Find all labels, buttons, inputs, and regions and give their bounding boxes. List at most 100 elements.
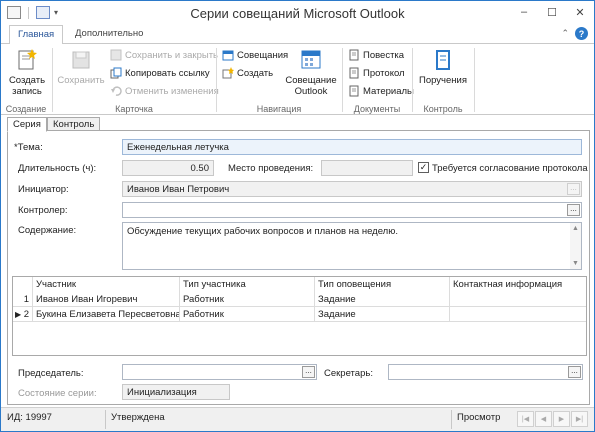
topic-label: *Тема: <box>14 142 43 153</box>
ribbon-separator <box>342 48 343 112</box>
copy-link-label: Копировать ссылку <box>125 67 210 79</box>
undo-icon <box>111 86 122 96</box>
agenda-label: Повестка <box>363 49 405 61</box>
column-header-participant-type[interactable]: Тип участника <box>180 277 315 292</box>
window-title: Серии совещаний Microsoft Outlook <box>190 6 405 21</box>
protocol-doc-icon <box>349 67 359 79</box>
notification-type-cell[interactable]: Задание <box>315 307 450 322</box>
scroll-down-icon[interactable]: ▼ <box>572 260 579 267</box>
copy-link-icon <box>110 67 122 79</box>
save-and-close-label: Сохранить и закрыть <box>125 49 219 61</box>
ribbon-separator <box>474 48 475 112</box>
chairman-input[interactable]: ... <box>122 364 317 380</box>
column-header-notification-type[interactable]: Тип оповещения <box>315 277 450 292</box>
series-form-panel: *Тема: Еженедельная летучка Длительность… <box>7 130 590 405</box>
tab-series[interactable]: Серия <box>7 117 47 132</box>
status-separator <box>105 410 106 429</box>
duration-input[interactable]: 0.50 <box>122 160 214 176</box>
save-and-close-button[interactable]: Сохранить и закрыть <box>110 49 218 61</box>
contact-info-cell[interactable] <box>450 292 586 307</box>
help-icon[interactable]: ? <box>575 27 588 40</box>
save-label: Сохранить <box>57 75 105 86</box>
controller-lookup-button[interactable]: ... <box>567 204 580 216</box>
undo-changes-button[interactable]: Отменить изменения <box>110 85 219 97</box>
save-disk-icon <box>72 51 90 69</box>
undo-changes-label: Отменить изменения <box>125 85 219 97</box>
assignments-button[interactable]: Поручения <box>417 48 469 86</box>
initiator-input[interactable]: Иванов Иван Петрович ... <box>122 181 582 197</box>
record-navigation: |◀ ◀ ▶ ▶| <box>517 411 588 427</box>
copy-link-button[interactable]: Копировать ссылку <box>110 67 210 79</box>
status-separator <box>451 410 452 429</box>
participant-type-cell[interactable]: Работник <box>180 307 315 322</box>
tab-advanced[interactable]: Дополнительно <box>67 25 151 43</box>
save-button[interactable]: Сохранить <box>56 48 106 86</box>
row-number: 2 <box>13 307 33 322</box>
group-documents: Повестка Протокол Материалы Документы <box>344 44 414 116</box>
create-button[interactable]: Создать <box>222 67 273 79</box>
secretary-label: Секретарь: <box>324 368 373 379</box>
group-documents-label: Документы <box>353 104 401 114</box>
first-record-icon[interactable]: |◀ <box>517 411 534 427</box>
place-label: Место проведения: <box>228 163 314 174</box>
tab-home[interactable]: Главная <box>9 25 64 44</box>
close-icon[interactable]: ✕ <box>566 1 594 23</box>
materials-doc-icon <box>349 85 359 97</box>
content-textarea[interactable]: Обсуждение текущих рабочих вопросов и пл… <box>122 222 582 270</box>
tab-control[interactable]: Контроль <box>47 117 101 131</box>
materials-label: Материалы <box>363 85 414 97</box>
initiator-label: Инициатор: <box>18 184 69 195</box>
ribbon-tabs: Главная Дополнительно ⌃ ? <box>1 25 594 44</box>
table-row[interactable]: ▶ 2 Букина Елизавета Пересветовна ... Ра… <box>13 307 586 322</box>
group-card-label: Карточка <box>115 104 153 114</box>
controller-input[interactable]: ... <box>122 202 582 218</box>
protocol-approval-checkbox[interactable]: ✓ <box>418 162 429 173</box>
create-label: Создать <box>237 67 274 79</box>
outlook-meeting-label: Совещание Outlook <box>285 75 337 97</box>
minimize-icon[interactable]: – <box>510 1 538 23</box>
protocol-button[interactable]: Протокол <box>348 67 405 79</box>
grid-corner <box>13 277 33 292</box>
create-star-icon <box>222 67 234 79</box>
series-state-field: Инициализация <box>122 384 230 400</box>
table-row[interactable]: 1 Иванов Иван Игоревич Работник Задание <box>13 292 586 307</box>
content-label: Содержание: <box>18 225 77 236</box>
protocol-label: Протокол <box>363 67 405 79</box>
record-status: Утверждена <box>111 412 165 423</box>
group-create: Создать запись Создание <box>1 44 51 116</box>
view-mode: Просмотр <box>457 412 501 423</box>
assignments-icon <box>436 50 450 70</box>
status-bar: ИД: 19997 Утверждена Просмотр |◀ ◀ ▶ ▶| <box>1 407 594 431</box>
participant-cell[interactable]: Букина Елизавета Пересветовна ... <box>33 307 180 322</box>
column-header-participant[interactable]: Участник <box>33 277 180 292</box>
group-create-label: Создание <box>5 104 47 114</box>
record-id: ИД: 19997 <box>7 412 52 423</box>
agenda-button[interactable]: Повестка <box>348 49 404 61</box>
contact-info-cell[interactable] <box>450 307 586 322</box>
initiator-lookup-button[interactable]: ... <box>567 183 580 195</box>
new-record-button[interactable]: Создать запись <box>6 48 48 97</box>
materials-button[interactable]: Материалы <box>348 85 414 97</box>
scroll-up-icon[interactable]: ▲ <box>572 225 579 232</box>
content-scrollbar[interactable]: ▲ ▼ <box>570 223 581 269</box>
maximize-icon[interactable]: ☐ <box>538 1 566 23</box>
column-header-contact-info[interactable]: Контактная информация <box>450 277 586 292</box>
meetings-button[interactable]: Совещания <box>222 49 288 61</box>
secretary-lookup-button[interactable]: ... <box>568 366 581 378</box>
collapse-ribbon-icon[interactable]: ⌃ <box>561 28 569 39</box>
next-record-icon[interactable]: ▶ <box>553 411 570 427</box>
place-input[interactable] <box>321 160 413 176</box>
topic-input[interactable]: Еженедельная летучка <box>122 139 582 155</box>
last-record-icon[interactable]: ▶| <box>571 411 588 427</box>
previous-record-icon[interactable]: ◀ <box>535 411 552 427</box>
notification-type-cell[interactable]: Задание <box>315 292 450 307</box>
participant-cell[interactable]: Иванов Иван Игоревич <box>33 292 180 307</box>
participant-type-cell[interactable]: Работник <box>180 292 315 307</box>
chairman-lookup-button[interactable]: ... <box>302 366 315 378</box>
new-record-label: Создать запись <box>8 75 46 97</box>
secretary-input[interactable]: ... <box>388 364 583 380</box>
content-value: Обсуждение текущих рабочих вопросов и пл… <box>127 226 398 237</box>
outlook-meeting-button[interactable]: Совещание Outlook <box>284 48 338 97</box>
group-control-label: Контроль <box>423 104 463 114</box>
agenda-doc-icon <box>349 49 359 61</box>
